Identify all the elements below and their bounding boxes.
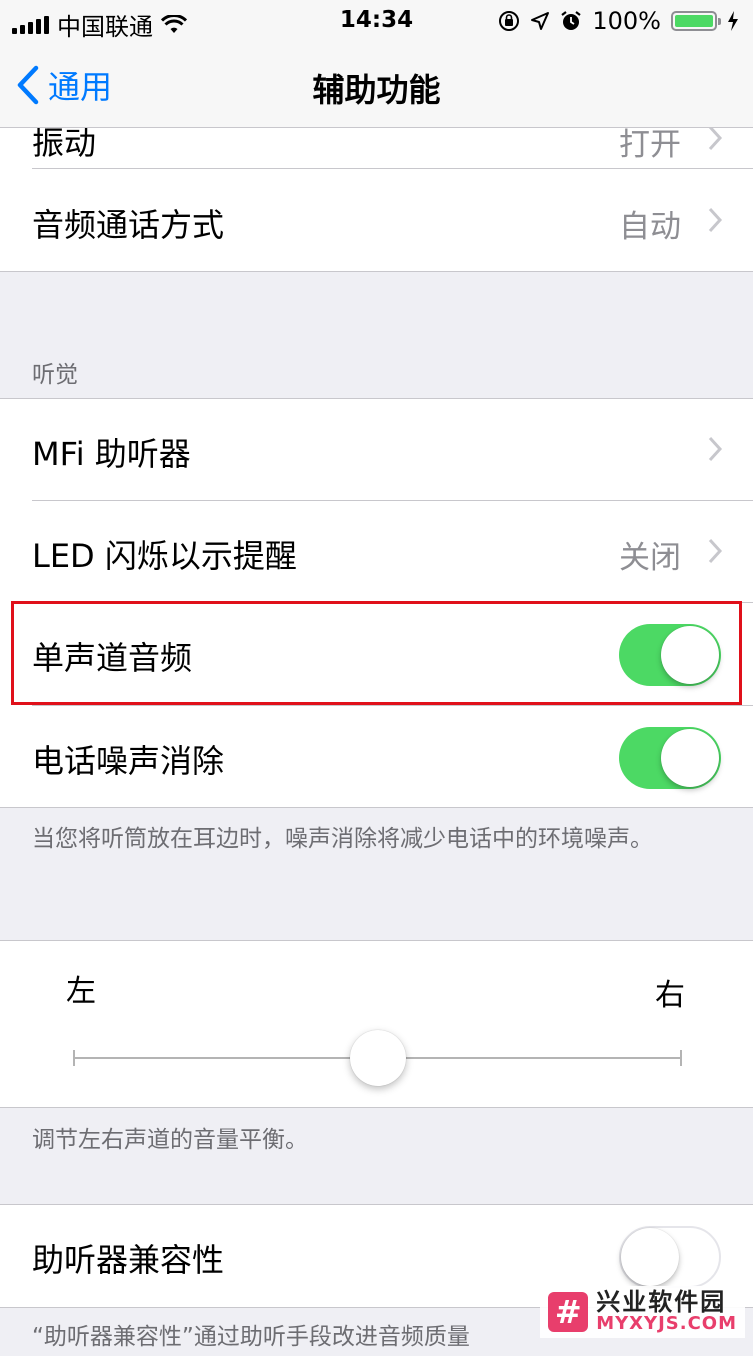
battery-percent: 100% <box>592 7 661 35</box>
led-flash-label: LED 闪烁以示提醒 <box>32 537 297 575</box>
led-flash-row[interactable]: LED 闪烁以示提醒 关闭 <box>0 501 753 603</box>
balance-slider-thumb[interactable] <box>350 1030 406 1086</box>
watermark-text-en: MYXYJS.COM <box>596 1313 737 1335</box>
balance-footer: 调节左右声道的音量平衡。 <box>32 1127 308 1153</box>
chevron-right-icon <box>708 207 723 233</box>
noise-cancellation-toggle[interactable] <box>619 727 721 789</box>
toggle-knob <box>661 729 719 787</box>
watermark: # 兴业软件园 MYXYJS.COM <box>540 1285 745 1338</box>
orientation-lock-icon <box>499 11 520 31</box>
navigation-bar: 通用 辅助功能 <box>0 42 753 128</box>
noise-cancellation-label: 电话噪声消除 <box>32 742 225 780</box>
hac-label: 助听器兼容性 <box>32 1241 225 1279</box>
highlight-box <box>11 601 742 705</box>
audio-routing-label: 音频通话方式 <box>32 206 225 244</box>
section-header-hearing: 听觉 <box>32 362 78 388</box>
alarm-icon <box>561 11 582 30</box>
audio-routing-row[interactable]: 音频通话方式 自动 <box>0 170 753 272</box>
location-arrow-icon <box>531 12 550 30</box>
balance-right-label: 右 <box>655 978 685 1013</box>
mfi-hearing-devices-row[interactable]: MFi 助听器 <box>0 399 753 501</box>
mfi-label: MFi 助听器 <box>32 435 191 473</box>
chevron-right-icon <box>708 436 723 462</box>
charging-bolt-icon <box>728 11 738 31</box>
watermark-logo: # <box>548 1291 589 1332</box>
noise-cancellation-row: 电话噪声消除 <box>0 706 753 808</box>
slider-left-tick <box>73 1050 75 1066</box>
watermark-text-cn: 兴业软件园 <box>596 1287 727 1316</box>
balance-left-label: 左 <box>66 974 96 1009</box>
chevron-right-icon <box>708 125 723 151</box>
noise-cancellation-footer: 当您将听筒放在耳边时，噪声消除将减少电话中的环境噪声。 <box>32 826 653 852</box>
page-title: 辅助功能 <box>312 71 441 109</box>
audio-routing-value: 自动 <box>619 209 681 245</box>
chevron-right-icon <box>708 538 723 564</box>
battery-icon <box>671 11 721 31</box>
hac-toggle[interactable] <box>619 1226 721 1288</box>
toggle-knob <box>621 1228 679 1286</box>
slider-right-tick <box>680 1050 682 1066</box>
status-right: 100% <box>498 7 739 35</box>
status-bar: 中国联通 14:34 100% <box>0 0 753 42</box>
led-flash-value: 关闭 <box>619 540 681 576</box>
